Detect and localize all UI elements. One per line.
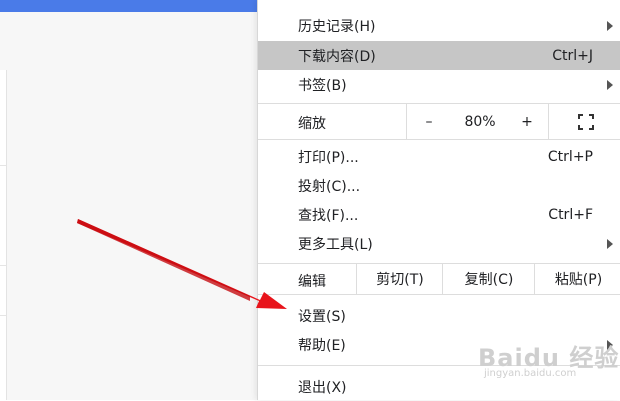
menu-item-label: 查找(F)... [298, 207, 359, 224]
menu-item-label: 更多工具(L) [298, 236, 373, 253]
background-divider [0, 165, 6, 166]
menu-item-history[interactable]: 历史记录(H) [258, 11, 620, 40]
fullscreen-icon[interactable] [578, 114, 594, 130]
submenu-arrow-icon [607, 20, 613, 31]
menu-item-find[interactable]: 查找(F)... Ctrl+F [258, 200, 620, 229]
paste-button[interactable]: 粘贴(P) [534, 264, 620, 294]
copy-button[interactable]: 复制(C) [442, 264, 535, 294]
zoom-label: 缩放 [298, 116, 326, 132]
menu-item-label: 打印(P)... [298, 149, 359, 166]
zoom-row: 缩放 – 80% + [258, 104, 620, 139]
shortcut-label: Ctrl+P [547, 148, 593, 165]
shortcut-label: Ctrl+F [548, 206, 593, 223]
menu-separator [258, 139, 620, 140]
menu-item-cast[interactable]: 投射(C)... [258, 171, 620, 200]
zoom-divider [548, 104, 549, 139]
menu-item-label: 帮助(E) [298, 337, 346, 354]
menu-item-print[interactable]: 打印(P)... Ctrl+P [258, 142, 620, 171]
submenu-arrow-icon [607, 238, 613, 249]
edit-row: 编辑 剪切(T) 复制(C) 粘贴(P) [258, 264, 620, 294]
menu-item-bookmarks[interactable]: 书签(B) [258, 70, 620, 99]
menu-item-label: 投射(C)... [298, 178, 361, 195]
background-divider [0, 315, 6, 316]
menu-item-settings[interactable]: 设置(S) [258, 301, 620, 330]
menu-item-label: 书签(B) [298, 77, 347, 94]
background-panel [0, 70, 7, 400]
zoom-out-button[interactable]: – [406, 104, 452, 139]
menu-item-downloads[interactable]: 下载内容(D) Ctrl+J [258, 41, 620, 70]
menu-item-label: 退出(X) [298, 379, 347, 396]
watermark: Baidu 经验 jingyan.baidu.com [478, 338, 619, 379]
shortcut-label: Ctrl+J [552, 47, 593, 64]
edit-label: 编辑 [298, 274, 326, 290]
submenu-arrow-icon [607, 79, 613, 90]
menu-item-more-tools[interactable]: 更多工具(L) [258, 229, 620, 258]
background-divider [0, 265, 6, 266]
cut-button[interactable]: 剪切(T) [356, 264, 443, 294]
watermark-url: jingyan.baidu.com [484, 368, 577, 379]
menu-item-label: 下载内容(D) [298, 48, 376, 65]
menu-item-label: 设置(S) [298, 308, 346, 325]
background-header [0, 0, 257, 12]
menu-item-label: 历史记录(H) [298, 18, 376, 35]
menu-separator [258, 294, 620, 295]
background-page [0, 0, 257, 400]
zoom-in-button[interactable]: + [508, 104, 546, 139]
zoom-level: 80% [464, 113, 496, 130]
